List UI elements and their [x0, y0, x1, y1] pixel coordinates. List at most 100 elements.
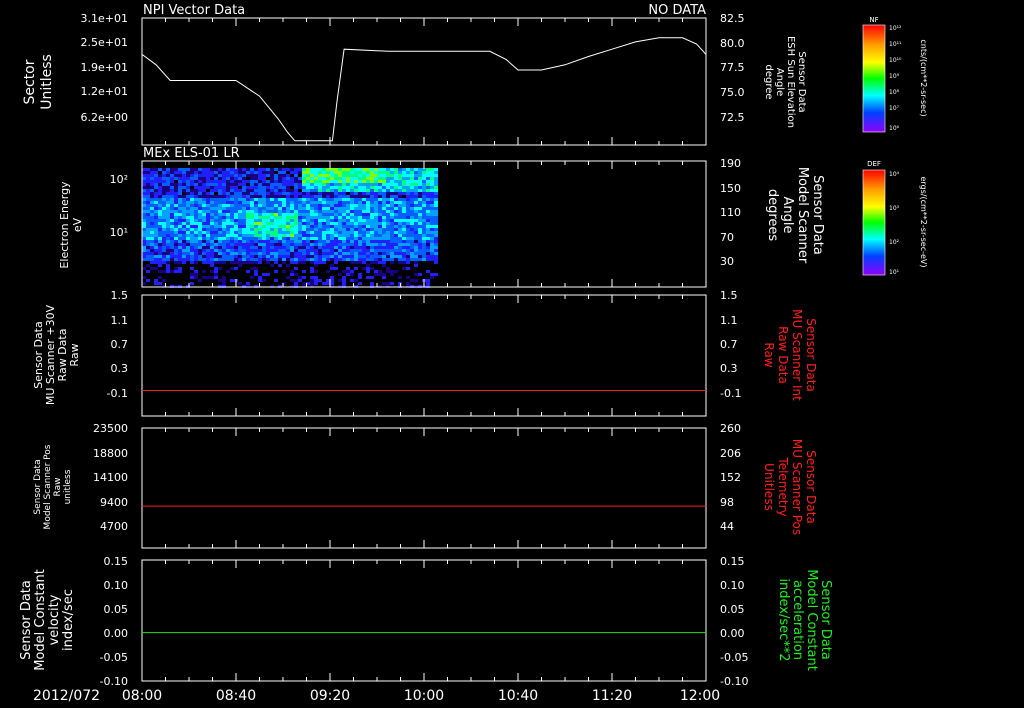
heatmap-cell — [378, 195, 382, 198]
heatmap-cell — [310, 261, 314, 264]
heatmap-cell — [418, 255, 422, 258]
heatmap-cell — [314, 198, 318, 201]
heatmap-cell — [222, 222, 226, 225]
heatmap-cell — [194, 189, 198, 192]
heatmap-cell — [298, 180, 302, 183]
heatmap-cell — [290, 219, 294, 222]
heatmap-cell — [298, 231, 302, 234]
heatmap-cell — [418, 183, 422, 186]
heatmap-cell — [338, 219, 342, 222]
heatmap-cell — [306, 222, 310, 225]
heatmap-cell — [198, 222, 202, 225]
heatmap-cell — [326, 177, 330, 180]
heatmap-cell — [142, 219, 146, 222]
colorbar-tick-label: 10⁷ — [889, 105, 900, 112]
heatmap-cell — [410, 171, 414, 174]
heatmap-cell — [194, 222, 198, 225]
heatmap-cell — [182, 222, 186, 225]
heatmap-cell — [430, 231, 434, 234]
heatmap-cell — [362, 168, 366, 171]
heatmap-cell — [310, 249, 314, 252]
heatmap-cell — [302, 168, 306, 171]
heatmap-cell — [322, 207, 326, 210]
heatmap-cell — [418, 249, 422, 252]
heatmap-cell — [210, 276, 214, 279]
heatmap-cell — [178, 186, 182, 189]
heatmap-cell — [302, 234, 306, 237]
heatmap-cell — [270, 222, 274, 225]
heatmap-cell — [294, 201, 298, 204]
heatmap-cell — [254, 210, 258, 213]
heatmap-cell — [198, 198, 202, 201]
heatmap-cell — [390, 231, 394, 234]
heatmap-cell — [286, 231, 290, 234]
heatmap-cell — [306, 225, 310, 228]
heatmap-cell — [254, 189, 258, 192]
heatmap-cell — [386, 219, 390, 222]
heatmap-cell — [190, 267, 194, 270]
heatmap-cell — [222, 276, 226, 279]
heatmap-cell — [190, 183, 194, 186]
heatmap-cell — [258, 252, 262, 255]
heatmap-cell — [210, 231, 214, 234]
heatmap-cell — [246, 225, 250, 228]
heatmap-cell — [334, 171, 338, 174]
heatmap-cell — [342, 258, 346, 261]
heatmap-cell — [142, 198, 146, 201]
heatmap-cell — [402, 174, 406, 177]
heatmap-cell — [266, 189, 270, 192]
heatmap-cell — [270, 237, 274, 240]
heatmap-cell — [258, 207, 262, 210]
heatmap-cell — [322, 234, 326, 237]
heatmap-cell — [278, 186, 282, 189]
heatmap-cell — [202, 243, 206, 246]
heatmap-cell — [310, 192, 314, 195]
heatmap-cell — [218, 189, 222, 192]
heatmap-cell — [222, 174, 226, 177]
svg-text:Sensor Data: Sensor Data — [810, 175, 825, 255]
heatmap-cell — [182, 204, 186, 207]
heatmap-cell — [286, 213, 290, 216]
heatmap-cell — [154, 210, 158, 213]
heatmap-cell — [382, 216, 386, 219]
heatmap-cell — [338, 180, 342, 183]
heatmap-cell — [182, 213, 186, 216]
heatmap-cell — [350, 216, 354, 219]
heatmap-cell — [230, 252, 234, 255]
heatmap-cell — [394, 234, 398, 237]
heatmap-cell — [394, 186, 398, 189]
heatmap-cell — [182, 183, 186, 186]
heatmap-cell — [390, 252, 394, 255]
heatmap-cell — [190, 213, 194, 216]
heatmap-cell — [430, 213, 434, 216]
heatmap-cell — [202, 249, 206, 252]
heatmap-cell — [234, 210, 238, 213]
heatmap-cell — [218, 234, 222, 237]
heatmap-cell — [394, 168, 398, 171]
heatmap-cell — [342, 192, 346, 195]
heatmap-cell — [158, 264, 162, 267]
heatmap-cell — [146, 189, 150, 192]
heatmap-cell — [178, 261, 182, 264]
heatmap-cell — [402, 210, 406, 213]
heatmap-cell — [318, 195, 322, 198]
heatmap-cell — [422, 180, 426, 183]
heatmap-cell — [202, 228, 206, 231]
heatmap-cell — [322, 210, 326, 213]
heatmap-cell — [422, 234, 426, 237]
heatmap-cell — [218, 183, 222, 186]
heatmap-cell — [154, 282, 158, 285]
heatmap-cell — [422, 189, 426, 192]
heatmap-cell — [142, 249, 146, 252]
heatmap-cell — [294, 180, 298, 183]
heatmap-cell — [202, 189, 206, 192]
heatmap-cell — [198, 210, 202, 213]
heatmap-cell — [398, 255, 402, 258]
heatmap-cell — [378, 225, 382, 228]
heatmap-cell — [150, 204, 154, 207]
heatmap-cell — [338, 240, 342, 243]
heatmap-cell — [194, 252, 198, 255]
heatmap-cell — [166, 270, 170, 273]
svg-text:Sensor Data: Sensor Data — [804, 450, 818, 524]
heatmap-cell — [286, 210, 290, 213]
